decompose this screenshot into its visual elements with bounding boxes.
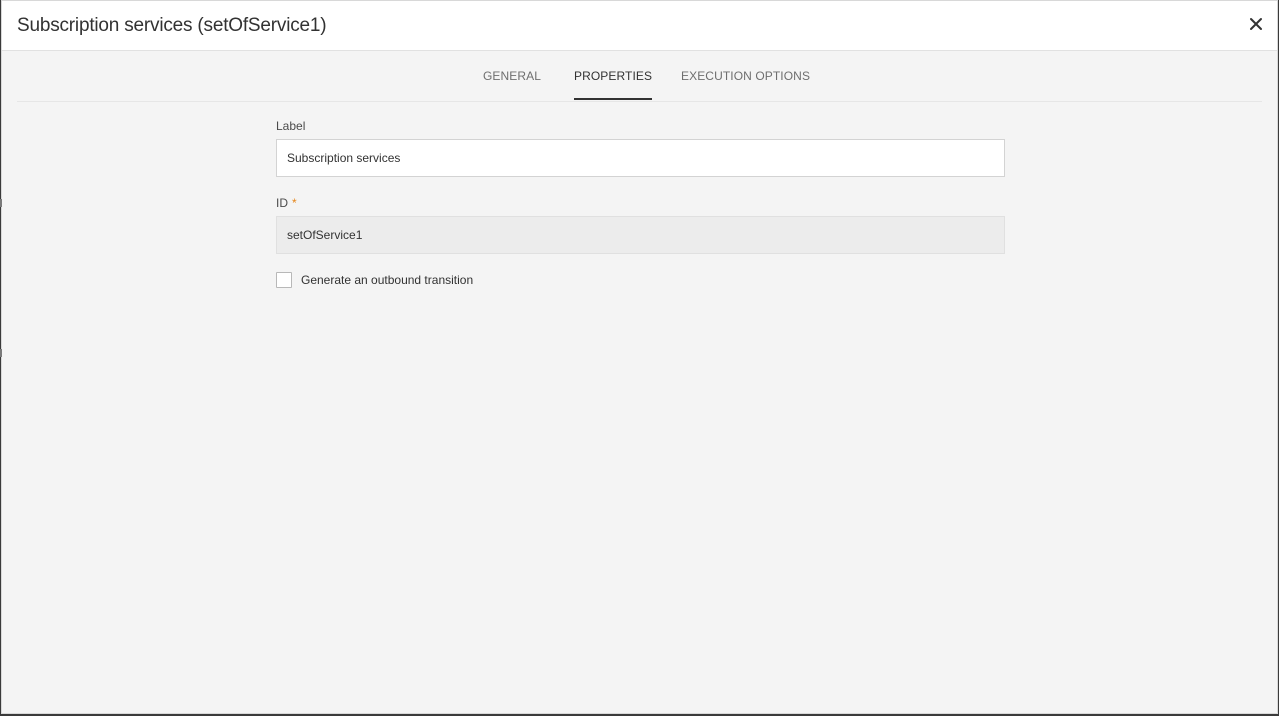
id-field-group: ID * bbox=[276, 195, 1005, 254]
id-field-label: ID * bbox=[276, 195, 1005, 211]
outbound-transition-row: Generate an outbound transition bbox=[276, 271, 1005, 289]
background-edge-mark bbox=[0, 199, 2, 207]
dialog-title: Subscription services (setOfService1) bbox=[17, 15, 327, 36]
tab-bar: GENERAL PROPERTIES EXECUTION OPTIONS bbox=[17, 51, 1262, 102]
id-label-text: ID bbox=[276, 196, 288, 210]
id-input[interactable] bbox=[276, 216, 1005, 254]
label-field-label: Label bbox=[276, 119, 306, 133]
outbound-transition-checkbox[interactable] bbox=[276, 272, 292, 288]
subscription-services-dialog: Subscription services (setOfService1) GE… bbox=[1, 0, 1278, 714]
label-field-group: Label bbox=[276, 118, 1005, 177]
label-input[interactable] bbox=[276, 139, 1005, 177]
properties-form: Label ID * Generate an outbound transitio… bbox=[276, 118, 1005, 289]
tab-general[interactable]: GENERAL bbox=[483, 69, 541, 100]
dialog-header: Subscription services (setOfService1) bbox=[2, 1, 1277, 51]
outbound-transition-label[interactable]: Generate an outbound transition bbox=[301, 273, 473, 287]
background-edge-mark bbox=[0, 349, 2, 357]
tab-properties[interactable]: PROPERTIES bbox=[574, 69, 653, 100]
required-marker: * bbox=[292, 196, 297, 210]
tab-execution-options[interactable]: EXECUTION OPTIONS bbox=[681, 69, 810, 100]
close-icon bbox=[1250, 18, 1262, 30]
close-button[interactable] bbox=[1245, 13, 1267, 35]
